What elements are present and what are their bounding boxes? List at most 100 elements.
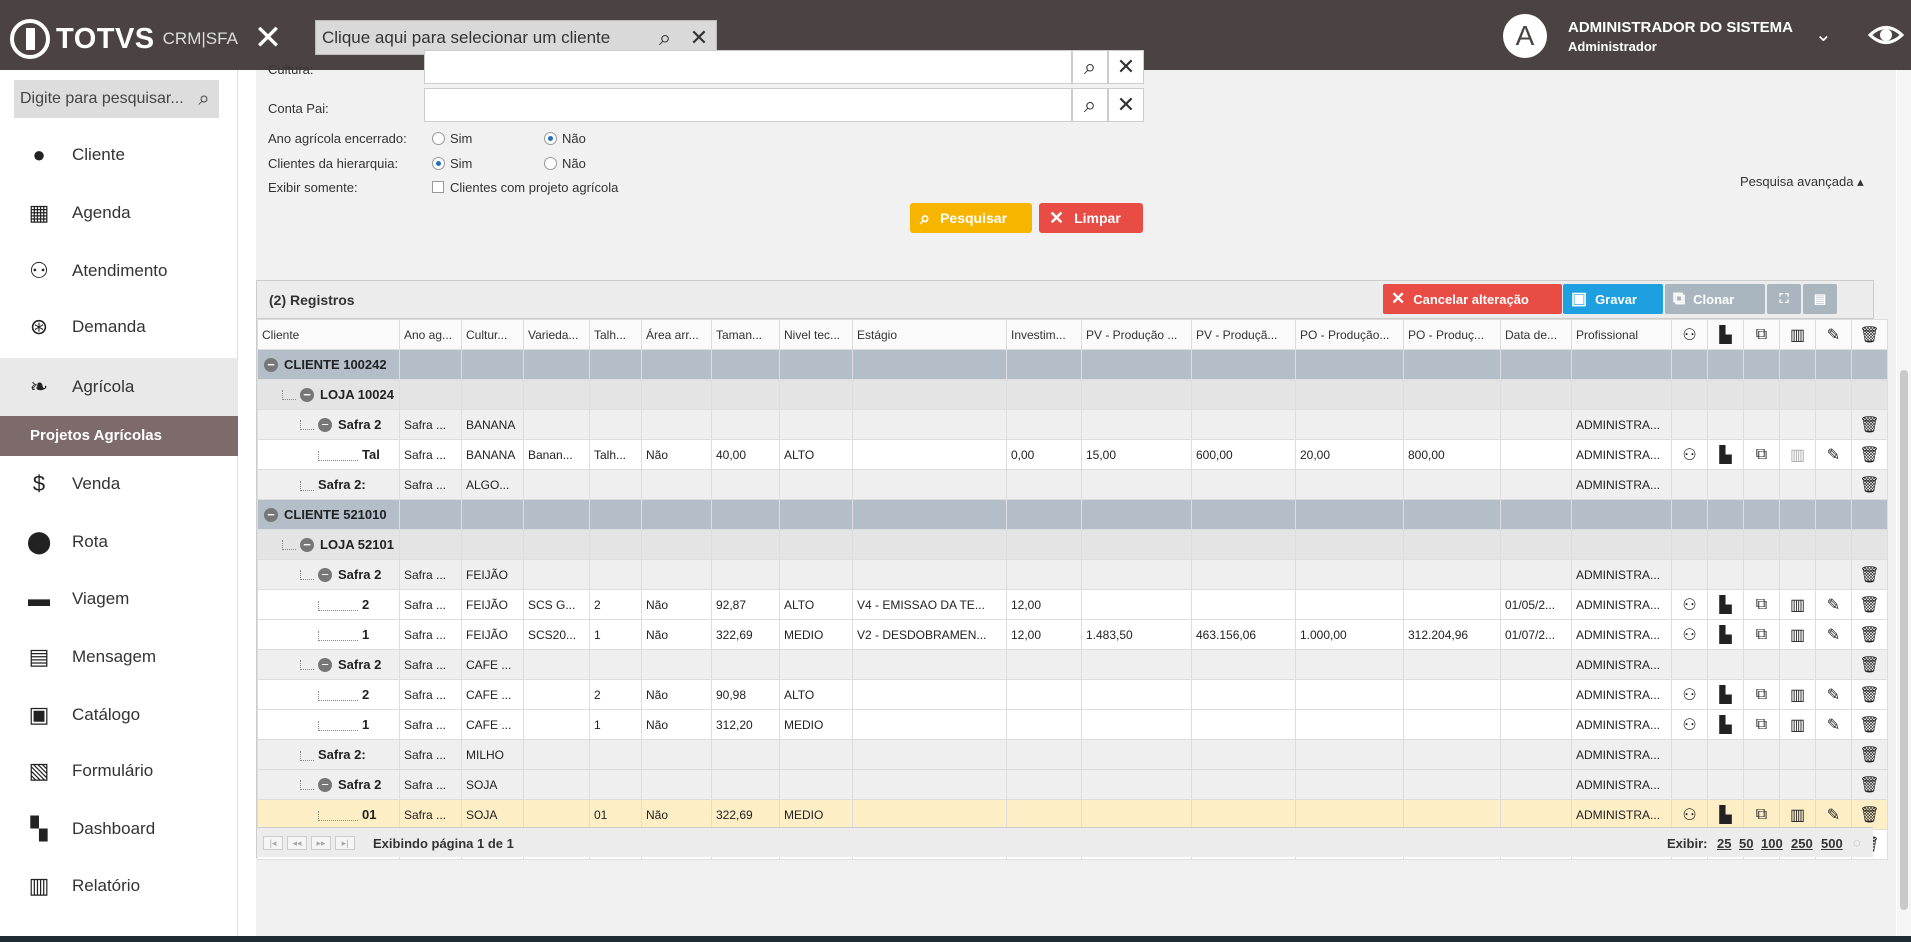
table-cell[interactable] (852, 799, 1007, 830)
edit-icon[interactable]: ✎ (1815, 319, 1852, 350)
column-header[interactable]: PO - Produção... (1295, 319, 1404, 350)
sidebar-subitem-projetos-agricolas[interactable]: Projetos Agrícolas (0, 416, 238, 456)
copy-button[interactable]: ⧉ (1743, 589, 1780, 620)
ano-sim-radio[interactable] (432, 132, 445, 145)
user-name[interactable]: ADMINISTRADOR DO SISTEMA (1568, 19, 1793, 36)
table-cell[interactable]: 322,69 (711, 619, 780, 650)
limpar-button[interactable]: ✕ Limpar (1039, 203, 1143, 233)
bar-chart-icon[interactable]: ▙ (1719, 807, 1731, 824)
table-cell[interactable]: ADMINISTRA... (1571, 439, 1672, 470)
table-row[interactable]: 1 Safra ... CAFE ... 1 Não 312,20 MEDIO ADMINIS… (257, 709, 1888, 740)
table-cell[interactable]: ADMINISTRA... (1571, 769, 1672, 800)
table-cell[interactable] (399, 529, 462, 560)
table-cell[interactable] (461, 529, 524, 560)
table-cell[interactable]: Safra ... (399, 769, 462, 800)
table-cell[interactable]: ADMINISTRA... (1571, 619, 1672, 650)
table-cell[interactable] (1295, 499, 1404, 530)
table-cell[interactable] (711, 469, 780, 500)
table-cell[interactable] (1500, 739, 1572, 770)
table-cell[interactable] (1500, 559, 1572, 590)
table-cell[interactable]: Banan... (523, 439, 590, 470)
table-cell[interactable]: 0,00 (1006, 439, 1082, 470)
table-cell[interactable] (589, 769, 642, 800)
bar-chart-button[interactable]: ▙ (1707, 619, 1744, 650)
table-cell[interactable] (523, 409, 590, 440)
table-cell[interactable]: 322,69 (711, 799, 780, 830)
column-header[interactable]: Talh... (589, 319, 642, 350)
table-row[interactable]: Safra 2: Safra ... MILHO ADMINISTRA... 🗑 (257, 739, 1888, 770)
table-cell[interactable]: 20,00 (1295, 439, 1404, 470)
table-cell[interactable] (1295, 799, 1404, 830)
lightbulb-icon[interactable]: ◌ (1853, 835, 1861, 850)
column-header[interactable]: Investim... (1006, 319, 1082, 350)
edit-button[interactable]: ✎ (1815, 589, 1852, 620)
table-cell[interactable] (1191, 739, 1296, 770)
table-cell[interactable]: Safra ... (399, 559, 462, 590)
table-cell[interactable]: ALGO... (461, 469, 524, 500)
table-cell[interactable] (1191, 529, 1296, 560)
table-cell[interactable] (1081, 649, 1192, 680)
scrollbar-thumb[interactable] (1900, 370, 1908, 910)
table-cell[interactable]: V4 - EMISSAO DA TE... (852, 589, 1007, 620)
table-cell[interactable] (523, 799, 590, 830)
trash-icon[interactable]: 🗑 (1859, 657, 1879, 674)
table-row[interactable]: 01 Safra ... SOJA 01 Não 322,69 MEDIO ADMINISTR… (257, 799, 1888, 830)
table-cell[interactable]: ADMINISTRA... (1571, 679, 1672, 710)
table-cell[interactable] (589, 559, 642, 590)
table-cell[interactable] (589, 379, 642, 410)
table-cell[interactable]: SCS G... (523, 589, 590, 620)
table-cell[interactable]: MEDIO (779, 799, 853, 830)
table-cell[interactable]: 92,87 (711, 589, 780, 620)
sidebar-item-cliente[interactable]: ● Cliente (0, 126, 238, 184)
tree-cell[interactable]: Safra 2: (257, 739, 400, 770)
table-cell[interactable]: 12,00 (1006, 619, 1082, 650)
table-cell[interactable] (1081, 739, 1192, 770)
people-button[interactable]: ⚇ (1671, 439, 1708, 470)
people-icon[interactable]: ⚇ (1682, 717, 1696, 734)
table-cell[interactable]: ALTO (779, 679, 853, 710)
table-cell[interactable] (1006, 739, 1082, 770)
copy-icon[interactable]: ⧉ (1756, 686, 1767, 703)
table-cell[interactable] (641, 469, 712, 500)
table-cell[interactable] (1191, 469, 1296, 500)
tree-cell[interactable]: − CLIENTE 521010 (257, 499, 400, 530)
trash-icon[interactable]: 🗑 (1851, 319, 1888, 350)
table-cell[interactable] (523, 529, 590, 560)
bar-chart-icon[interactable]: ▙ (1719, 447, 1731, 464)
clear-icon[interactable]: ✕ (1108, 88, 1144, 122)
trash-button[interactable]: 🗑 (1851, 649, 1888, 680)
table-cell[interactable] (589, 739, 642, 770)
table-cell[interactable] (1295, 679, 1404, 710)
trash-icon[interactable]: 🗑 (1859, 627, 1879, 644)
table-cell[interactable] (1571, 529, 1672, 560)
table-row[interactable]: 2 Safra ... FEIJÃO SCS G... 2 Não 92,87 ALTO V4 … (257, 589, 1888, 620)
table-cell[interactable]: Safra ... (399, 619, 462, 650)
edit-icon[interactable]: ✎ (1827, 687, 1840, 704)
table-cell[interactable] (589, 469, 642, 500)
table-cell[interactable]: Safra ... (399, 649, 462, 680)
table-cell[interactable] (1295, 469, 1404, 500)
collapse-icon[interactable]: − (318, 778, 332, 793)
table-cell[interactable] (1500, 529, 1572, 560)
page-size-500[interactable]: 500 (1821, 836, 1843, 851)
table-cell[interactable] (1081, 769, 1192, 800)
trash-button[interactable]: 🗑 (1851, 409, 1888, 440)
table-cell[interactable] (1403, 589, 1501, 620)
table-cell[interactable] (1295, 709, 1404, 740)
column-header[interactable]: Ano ag... (399, 319, 462, 350)
sidebar-item-viagem[interactable]: ▬ Viagem (0, 570, 238, 628)
table-cell[interactable] (1403, 349, 1501, 380)
table-cell[interactable] (641, 499, 712, 530)
table-cell[interactable] (852, 349, 1007, 380)
table-cell[interactable]: CAFE ... (461, 649, 524, 680)
table-cell[interactable]: MILHO (461, 739, 524, 770)
table-cell[interactable]: ADMINISTRA... (1571, 559, 1672, 590)
map-button[interactable]: ▥ (1779, 709, 1816, 740)
close-icon[interactable]: ✕ (252, 21, 284, 55)
trash-icon[interactable]: 🗑 (1859, 597, 1879, 614)
table-cell[interactable]: Safra ... (399, 589, 462, 620)
collapse-icon[interactable]: − (264, 508, 278, 523)
table-cell[interactable]: 1.000,00 (1295, 619, 1404, 650)
table-cell[interactable]: Safra ... (399, 469, 462, 500)
table-cell[interactable] (1081, 409, 1192, 440)
